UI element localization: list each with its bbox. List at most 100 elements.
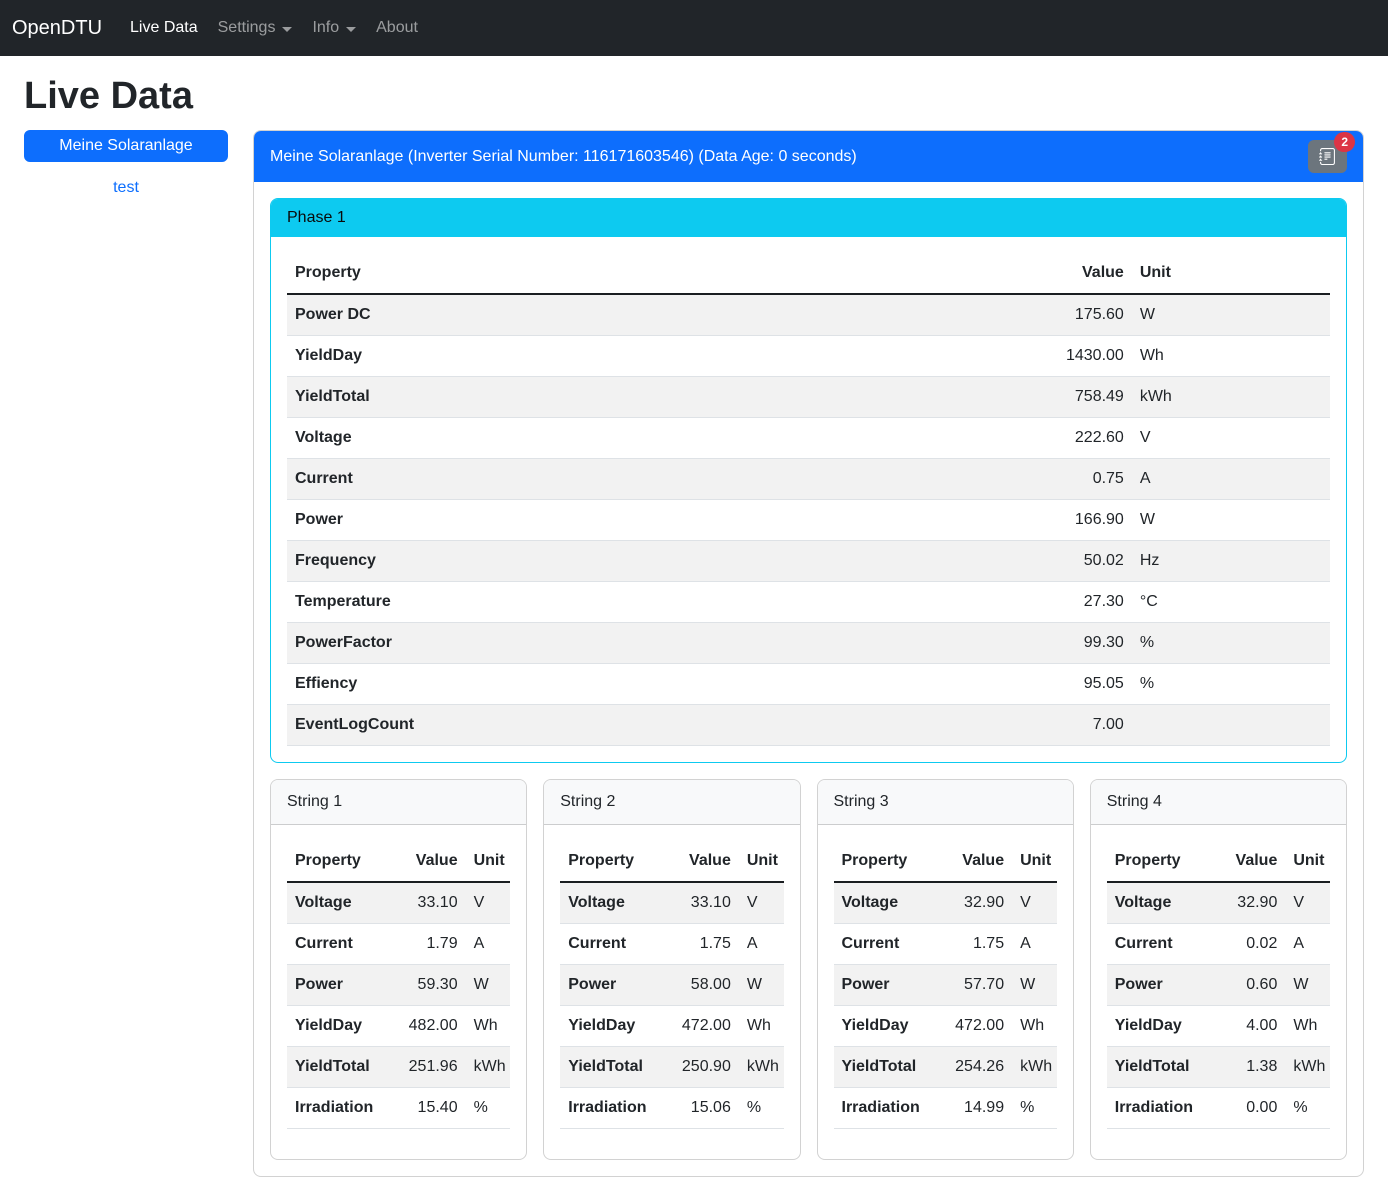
table-row: YieldDay1430.00Wh [287, 336, 1330, 377]
nav-item-settings[interactable]: Settings [208, 8, 303, 48]
property-cell: Irradiation [1107, 1088, 1219, 1129]
string-card-title: String 2 [544, 780, 799, 825]
table-row: Irradiation15.40% [287, 1088, 510, 1129]
property-cell: Irradiation [560, 1088, 672, 1129]
table-header-row: PropertyValueUnit [287, 841, 510, 882]
value-cell: 1.75 [672, 924, 739, 965]
column-header-property: Property [1107, 841, 1219, 882]
value-cell: 0.75 [913, 459, 1132, 500]
value-cell: 250.90 [672, 1047, 739, 1088]
page-container: Live Data Meine Solaranlage test Meine S… [0, 74, 1388, 1177]
nav-item-live-data[interactable]: Live Data [120, 8, 208, 48]
eventlog-count-badge: 2 [1334, 132, 1355, 152]
property-cell: Power [287, 965, 399, 1006]
table-row: YieldDay482.00Wh [287, 1006, 510, 1047]
property-cell: Temperature [287, 582, 913, 623]
value-cell: 1.79 [399, 924, 466, 965]
table-row: Temperature27.30°C [287, 582, 1330, 623]
value-cell: 758.49 [913, 377, 1132, 418]
table-row: Voltage33.10V [560, 882, 783, 924]
string-card-title: String 3 [818, 780, 1073, 825]
string-card-title: String 4 [1091, 780, 1346, 825]
value-cell: 482.00 [399, 1006, 466, 1047]
unit-cell: A [1012, 924, 1057, 965]
chevron-down-icon [282, 27, 292, 32]
unit-cell: Hz [1132, 541, 1330, 582]
property-cell: Voltage [1107, 882, 1219, 924]
string-table: PropertyValueUnitVoltage33.10VCurrent1.7… [287, 841, 510, 1129]
nav-item-label: Info [312, 16, 339, 40]
table-header-row: PropertyValueUnit [560, 841, 783, 882]
unit-cell: Wh [739, 1006, 784, 1047]
column-header-value: Value [945, 841, 1012, 882]
unit-cell: kWh [1285, 1047, 1330, 1088]
property-cell: YieldDay [287, 336, 913, 377]
eventlog-button[interactable]: 2 [1308, 140, 1347, 173]
table-header-row: PropertyValueUnit [834, 841, 1057, 882]
column-header-value: Value [1218, 841, 1285, 882]
unit-cell: % [1285, 1088, 1330, 1129]
value-cell: 15.06 [672, 1088, 739, 1129]
property-cell: Power [834, 965, 946, 1006]
string-card: String 2 PropertyValueUnitVoltage33.10VCu… [543, 779, 800, 1160]
value-cell: 4.00 [1218, 1006, 1285, 1047]
property-cell: YieldTotal [1107, 1047, 1219, 1088]
value-cell: 254.26 [945, 1047, 1012, 1088]
property-cell: Voltage [287, 882, 399, 924]
unit-cell: Wh [1012, 1006, 1057, 1047]
value-cell: 57.70 [945, 965, 1012, 1006]
value-cell: 58.00 [672, 965, 739, 1006]
value-cell: 32.90 [945, 882, 1012, 924]
value-cell: 166.90 [913, 500, 1132, 541]
value-cell: 1430.00 [913, 336, 1132, 377]
column-header-property: Property [834, 841, 946, 882]
table-row: EventLogCount7.00 [287, 705, 1330, 746]
nav-item-about[interactable]: About [366, 8, 428, 48]
unit-cell: A [466, 924, 511, 965]
table-header-row: PropertyValueUnit [1107, 841, 1330, 882]
property-cell: Power [287, 500, 913, 541]
strings-row: String 1PropertyValueUnitVoltage33.10VCu… [270, 779, 1347, 1160]
property-cell: Power [560, 965, 672, 1006]
property-cell: YieldDay [560, 1006, 672, 1047]
column-header-unit: Unit [1285, 841, 1330, 882]
property-cell: Current [287, 924, 399, 965]
inverter-card-header: Meine Solaranlage (Inverter Serial Numbe… [254, 131, 1363, 182]
unit-cell: W [466, 965, 511, 1006]
phase-table: Property Value Unit Power DC175.60WYield… [287, 253, 1330, 746]
table-row: Effiency95.05% [287, 664, 1330, 705]
table-row: Irradiation14.99% [834, 1088, 1057, 1129]
table-row: Current0.02A [1107, 924, 1330, 965]
inverter-select-link-test[interactable]: test [24, 176, 228, 200]
value-cell: 1.75 [945, 924, 1012, 965]
property-cell: EventLogCount [287, 705, 913, 746]
main-content: Meine Solaranlage (Inverter Serial Numbe… [253, 130, 1364, 1177]
unit-cell: Wh [1285, 1006, 1330, 1047]
table-row: YieldDay4.00Wh [1107, 1006, 1330, 1047]
unit-cell: W [1285, 965, 1330, 1006]
unit-cell: V [466, 882, 511, 924]
value-cell: 251.96 [399, 1047, 466, 1088]
value-cell: 27.30 [913, 582, 1132, 623]
table-row: Current1.75A [560, 924, 783, 965]
nav-item-info[interactable]: Info [302, 8, 366, 48]
value-cell: 222.60 [913, 418, 1132, 459]
navbar-brand[interactable]: OpenDTU [12, 13, 102, 43]
property-cell: Power [1107, 965, 1219, 1006]
property-cell: Effiency [287, 664, 913, 705]
unit-cell: % [1012, 1088, 1057, 1129]
inverter-selector-sidebar: Meine Solaranlage test [24, 130, 228, 200]
inverter-select-button-selected[interactable]: Meine Solaranlage [24, 130, 228, 162]
unit-cell: A [739, 924, 784, 965]
chevron-down-icon [346, 27, 356, 32]
table-row: Power59.30W [287, 965, 510, 1006]
nav-item-label: About [376, 16, 418, 40]
property-cell: Frequency [287, 541, 913, 582]
unit-cell: kWh [1012, 1047, 1057, 1088]
unit-cell: % [739, 1088, 784, 1129]
table-row: YieldTotal251.96kWh [287, 1047, 510, 1088]
column-header-property: Property [287, 253, 913, 294]
string-table: PropertyValueUnitVoltage32.90VCurrent0.0… [1107, 841, 1330, 1129]
phase-card-title: Phase 1 [271, 199, 1346, 237]
table-row: YieldDay472.00Wh [560, 1006, 783, 1047]
